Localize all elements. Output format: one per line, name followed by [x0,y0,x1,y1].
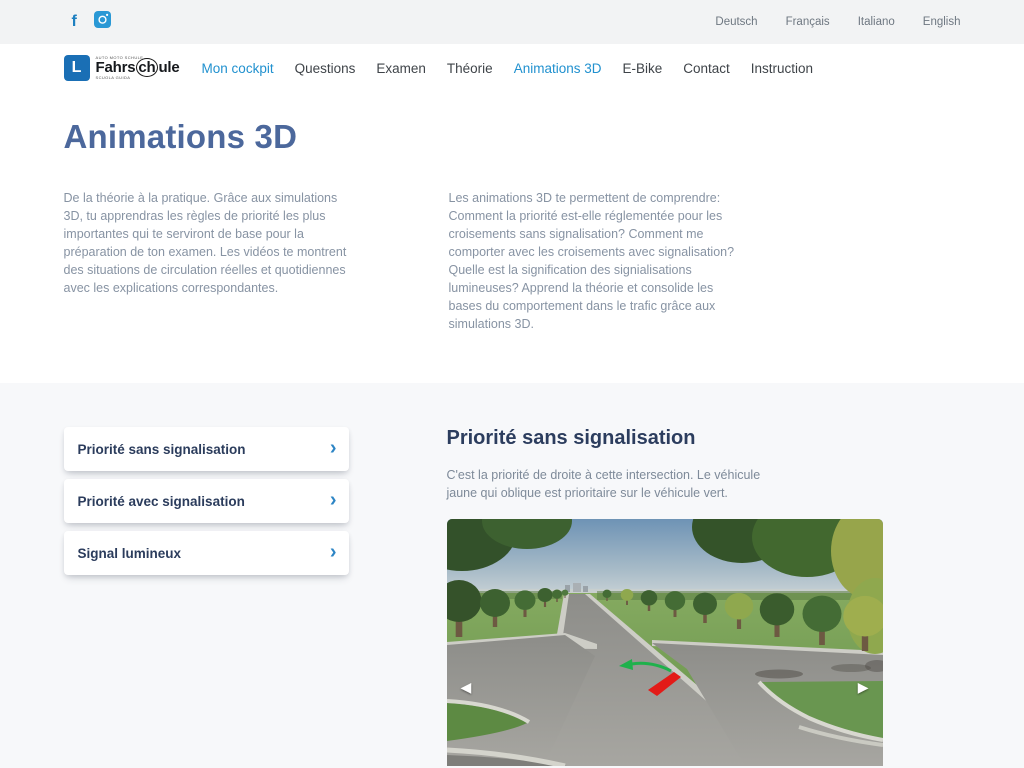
logo-bottom-text: SCUOLA GUIDA [95,74,131,80]
menu-item-priorite-avec-signalisation[interactable]: Priorité avec signalisation › [63,479,349,523]
intro-paragraph-left: De la théorie à la pratique. Grâce aux s… [63,191,347,295]
language-link-english[interactable]: English [923,16,961,28]
nav-item-mon-cockpit[interactable]: Mon cockpit [202,61,274,76]
nav-item-instruction[interactable]: Instruction [751,61,813,76]
instagram-icon[interactable] [93,11,111,33]
nav-item-theorie[interactable]: Théorie [447,61,493,76]
topbar: f Deutsch Français Italiano English [0,0,1024,44]
main-menu: Mon cockpit Questions Examen Théorie Ani… [202,61,814,76]
nav-item-animations-3d[interactable]: Animations 3D [514,61,602,76]
hero-section: Animations 3D De la théorie à la pratiqu… [0,92,1024,383]
menu-item-signal-lumineux[interactable]: Signal lumineux › [63,531,349,575]
page-title: Animations 3D [63,118,298,155]
content-description: C'est la priorité de droite à cette inte… [446,468,761,500]
language-link-italiano[interactable]: Italiano [858,16,895,28]
nav-item-contact[interactable]: Contact [683,61,730,76]
learner-plate-icon: L [63,55,90,81]
facebook-icon[interactable]: f [72,14,77,30]
carousel-next-button[interactable]: ▶ [858,680,869,694]
nav-item-questions[interactable]: Questions [295,61,356,76]
chevron-right-icon: › [329,541,337,563]
nav-item-examen[interactable]: Examen [376,61,426,76]
logo-brand-text: Fahrs ch ule [95,58,180,78]
main-navbar: L AUTO MOTO SCHULE Fahrs ch ule SCUOLA GUI… [0,44,1024,92]
animation-3d-image: ◀ ▶ [446,519,883,766]
animations-section: Priorité sans signalisation › Priorité a… [0,383,1024,768]
nav-item-e-bike[interactable]: E-Bike [622,61,662,76]
language-link-francais[interactable]: Français [786,16,830,28]
chevron-right-icon: › [329,437,337,459]
menu-item-priorite-sans-signalisation[interactable]: Priorité sans signalisation › [63,427,349,471]
language-switcher: Deutsch Français Italiano English [715,16,960,28]
social-links: f [64,11,111,33]
intersection-scene [446,519,883,766]
fahrschule-logo[interactable]: L AUTO MOTO SCHULE Fahrs ch ule SCUOLA GUI… [63,55,180,81]
intro-paragraph-right: Les animations 3D te permettent de compr… [448,191,735,331]
carousel-prev-button[interactable]: ◀ [461,680,472,694]
language-link-deutsch[interactable]: Deutsch [715,16,757,28]
content-heading: Priorité sans signalisation [446,427,696,449]
animations-menu: Priorité sans signalisation › Priorité a… [63,427,349,766]
chevron-right-icon: › [329,489,337,511]
